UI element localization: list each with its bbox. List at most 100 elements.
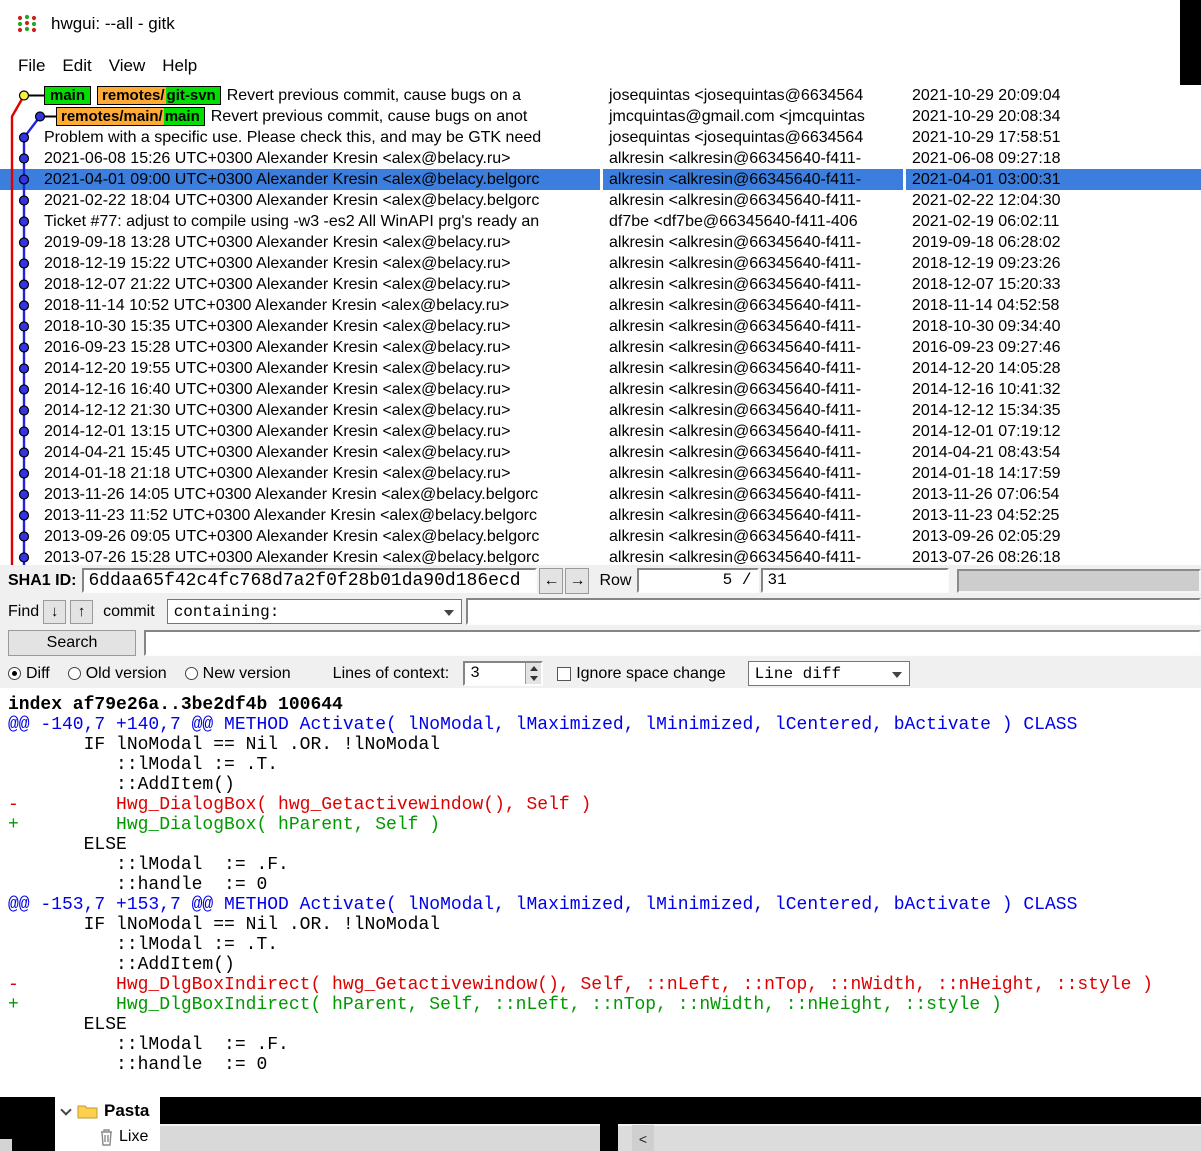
radio-new-version[interactable] bbox=[185, 667, 198, 680]
subject-pane[interactable]: mainremotes/git-svnRevert previous commi… bbox=[0, 85, 600, 565]
trash-tree-item[interactable]: Lixe bbox=[55, 1128, 160, 1146]
commit-author[interactable]: alkresin <alkresin@66345640-f411- bbox=[603, 526, 903, 547]
menu-file[interactable]: File bbox=[18, 56, 45, 76]
commit-author[interactable]: alkresin <alkresin@66345640-f411- bbox=[603, 421, 903, 442]
commit-author[interactable]: josequintas <josequintas@6634564 bbox=[603, 85, 903, 106]
find-next-button[interactable]: ↓ bbox=[43, 600, 66, 624]
commit-row[interactable]: 2014-01-18 21:18 UTC+0300 Alexander Kres… bbox=[0, 463, 600, 484]
commit-author[interactable]: alkresin <alkresin@66345640-f411- bbox=[603, 232, 903, 253]
commit-author[interactable]: alkresin <alkresin@66345640-f411- bbox=[603, 547, 903, 565]
commit-row[interactable]: 2013-11-26 14:05 UTC+0300 Alexander Kres… bbox=[0, 484, 600, 505]
commit-row[interactable]: 2014-04-21 15:45 UTC+0300 Alexander Kres… bbox=[0, 442, 600, 463]
commit-date[interactable]: 2013-11-23 04:52:25 bbox=[906, 505, 1201, 526]
forward-button[interactable]: → bbox=[565, 568, 589, 594]
commit-row[interactable]: 2021-04-01 09:00 UTC+0300 Alexander Kres… bbox=[0, 169, 600, 190]
commit-row[interactable]: 2013-11-23 11:52 UTC+0300 Alexander Kres… bbox=[0, 505, 600, 526]
commit-date[interactable]: 2013-09-26 02:05:29 bbox=[906, 526, 1201, 547]
commit-author[interactable]: alkresin <alkresin@66345640-f411- bbox=[603, 190, 903, 211]
commit-row[interactable]: 2014-12-20 19:55 UTC+0300 Alexander Kres… bbox=[0, 358, 600, 379]
spinner-down-icon[interactable] bbox=[526, 674, 541, 685]
find-prev-button[interactable]: ↑ bbox=[70, 600, 93, 624]
commit-author[interactable]: alkresin <alkresin@66345640-f411- bbox=[603, 337, 903, 358]
author-pane[interactable]: josequintas <josequintas@6634564jmcquint… bbox=[603, 85, 903, 565]
commit-date[interactable]: 2021-10-29 20:08:34 bbox=[906, 106, 1201, 127]
context-lines-spinner[interactable]: 3 bbox=[463, 661, 543, 686]
commit-row[interactable]: 2021-06-08 15:26 UTC+0300 Alexander Kres… bbox=[0, 148, 600, 169]
commit-date[interactable]: 2018-12-07 15:20:33 bbox=[906, 274, 1201, 295]
commit-date[interactable]: 2021-10-29 20:09:04 bbox=[906, 85, 1201, 106]
commit-author[interactable]: alkresin <alkresin@66345640-f411- bbox=[603, 274, 903, 295]
commit-date[interactable]: 2021-04-01 03:00:31 bbox=[906, 169, 1201, 190]
commit-author[interactable]: alkresin <alkresin@66345640-f411- bbox=[603, 484, 903, 505]
commit-list-hscrollbar[interactable] bbox=[957, 569, 1201, 593]
commit-author[interactable]: df7be <df7be@66345640-f411-406 bbox=[603, 211, 903, 232]
sha1-input[interactable] bbox=[82, 568, 537, 593]
commit-row[interactable]: 2014-12-01 13:15 UTC+0300 Alexander Kres… bbox=[0, 421, 600, 442]
diff-mode-dropdown[interactable]: Line diff bbox=[748, 661, 910, 686]
commit-author[interactable]: alkresin <alkresin@66345640-f411- bbox=[603, 505, 903, 526]
commit-author[interactable]: alkresin <alkresin@66345640-f411- bbox=[603, 400, 903, 421]
commit-row[interactable]: 2018-12-07 21:22 UTC+0300 Alexander Kres… bbox=[0, 274, 600, 295]
diff-view[interactable]: index af79e26a..3be2df4b 100644@@ -140,7… bbox=[0, 688, 1201, 1097]
commit-date[interactable]: 2014-01-18 14:17:59 bbox=[906, 463, 1201, 484]
scroll-left-arrow-icon[interactable]: < bbox=[632, 1125, 654, 1151]
radio-old-version[interactable] bbox=[68, 667, 81, 680]
commit-date[interactable]: 2018-11-14 04:52:58 bbox=[906, 295, 1201, 316]
commit-date[interactable]: 2019-09-18 06:28:02 bbox=[906, 232, 1201, 253]
commit-date[interactable]: 2014-04-21 08:43:54 bbox=[906, 442, 1201, 463]
commit-author[interactable]: alkresin <alkresin@66345640-f411- bbox=[603, 316, 903, 337]
commit-date[interactable]: 2021-10-29 17:58:51 bbox=[906, 127, 1201, 148]
commit-row[interactable]: Problem with a specific use. Please chec… bbox=[0, 127, 600, 148]
commit-date[interactable]: 2021-02-22 12:04:30 bbox=[906, 190, 1201, 211]
commit-row[interactable]: 2013-07-26 15:28 UTC+0300 Alexander Kres… bbox=[0, 547, 600, 565]
commit-date[interactable]: 2014-12-12 15:34:35 bbox=[906, 400, 1201, 421]
spinner-up-icon[interactable] bbox=[526, 663, 541, 674]
match-mode-dropdown[interactable]: containing: bbox=[167, 599, 462, 624]
commit-date[interactable]: 2021-02-19 06:02:11 bbox=[906, 211, 1201, 232]
commit-row[interactable]: mainremotes/git-svnRevert previous commi… bbox=[0, 85, 600, 106]
ignore-space-checkbox[interactable] bbox=[557, 667, 571, 681]
background-scrollbar-right[interactable]: < bbox=[618, 1124, 1201, 1151]
commit-date[interactable]: 2013-11-26 07:06:54 bbox=[906, 484, 1201, 505]
back-button[interactable]: ← bbox=[539, 568, 563, 594]
search-button[interactable]: Search bbox=[8, 630, 136, 656]
commit-author[interactable]: jmcquintas@gmail.com <jmcquintas bbox=[603, 106, 903, 127]
row-position-field[interactable]: 5 / bbox=[637, 568, 759, 593]
date-pane[interactable]: 2021-10-29 20:09:042021-10-29 20:08:3420… bbox=[906, 85, 1201, 565]
radio-diff[interactable] bbox=[8, 667, 21, 680]
folder-tree-item[interactable]: Pasta bbox=[55, 1101, 160, 1121]
commit-row[interactable]: 2021-02-22 18:04 UTC+0300 Alexander Kres… bbox=[0, 190, 600, 211]
commit-row[interactable]: 2018-10-30 15:35 UTC+0300 Alexander Kres… bbox=[0, 316, 600, 337]
commit-date[interactable]: 2018-12-19 09:23:26 bbox=[906, 253, 1201, 274]
commit-date[interactable]: 2021-06-08 09:27:18 bbox=[906, 148, 1201, 169]
diff-search-input[interactable] bbox=[144, 630, 1201, 656]
commit-row[interactable]: 2019-09-18 13:28 UTC+0300 Alexander Kres… bbox=[0, 232, 600, 253]
expand-chevron-icon[interactable] bbox=[60, 1104, 71, 1115]
commit-author[interactable]: alkresin <alkresin@66345640-f411- bbox=[603, 358, 903, 379]
commit-date[interactable]: 2018-10-30 09:34:40 bbox=[906, 316, 1201, 337]
commit-row[interactable]: Ticket #77: adjust to compile using -w3 … bbox=[0, 211, 600, 232]
commit-author[interactable]: alkresin <alkresin@66345640-f411- bbox=[603, 295, 903, 316]
commit-date[interactable]: 2014-12-20 14:05:28 bbox=[906, 358, 1201, 379]
spinner-arrows[interactable] bbox=[525, 663, 541, 684]
commit-author[interactable]: alkresin <alkresin@66345640-f411- bbox=[603, 442, 903, 463]
commit-date[interactable]: 2013-07-26 08:26:18 bbox=[906, 547, 1201, 565]
commit-date[interactable]: 2016-09-23 09:27:46 bbox=[906, 337, 1201, 358]
menu-help[interactable]: Help bbox=[162, 56, 197, 76]
commit-row[interactable]: 2014-12-12 21:30 UTC+0300 Alexander Kres… bbox=[0, 400, 600, 421]
menu-edit[interactable]: Edit bbox=[62, 56, 91, 76]
find-string-input[interactable] bbox=[466, 598, 1201, 625]
commit-author[interactable]: alkresin <alkresin@66345640-f411- bbox=[603, 379, 903, 400]
commit-row[interactable]: 2018-11-14 10:52 UTC+0300 Alexander Kres… bbox=[0, 295, 600, 316]
commit-row[interactable]: 2014-12-16 16:40 UTC+0300 Alexander Kres… bbox=[0, 379, 600, 400]
commit-author[interactable]: josequintas <josequintas@6634564 bbox=[603, 127, 903, 148]
commit-author[interactable]: alkresin <alkresin@66345640-f411- bbox=[603, 253, 903, 274]
commit-date[interactable]: 2014-12-16 10:41:32 bbox=[906, 379, 1201, 400]
commit-author[interactable]: alkresin <alkresin@66345640-f411- bbox=[603, 463, 903, 484]
commit-author[interactable]: alkresin <alkresin@66345640-f411- bbox=[603, 148, 903, 169]
commit-date[interactable]: 2014-12-01 07:19:12 bbox=[906, 421, 1201, 442]
background-scrollbar-left[interactable] bbox=[160, 1124, 600, 1151]
commit-row[interactable]: remotes/main/mainRevert previous commit,… bbox=[0, 106, 600, 127]
menu-view[interactable]: View bbox=[109, 56, 146, 76]
commit-row[interactable]: 2013-09-26 09:05 UTC+0300 Alexander Kres… bbox=[0, 526, 600, 547]
